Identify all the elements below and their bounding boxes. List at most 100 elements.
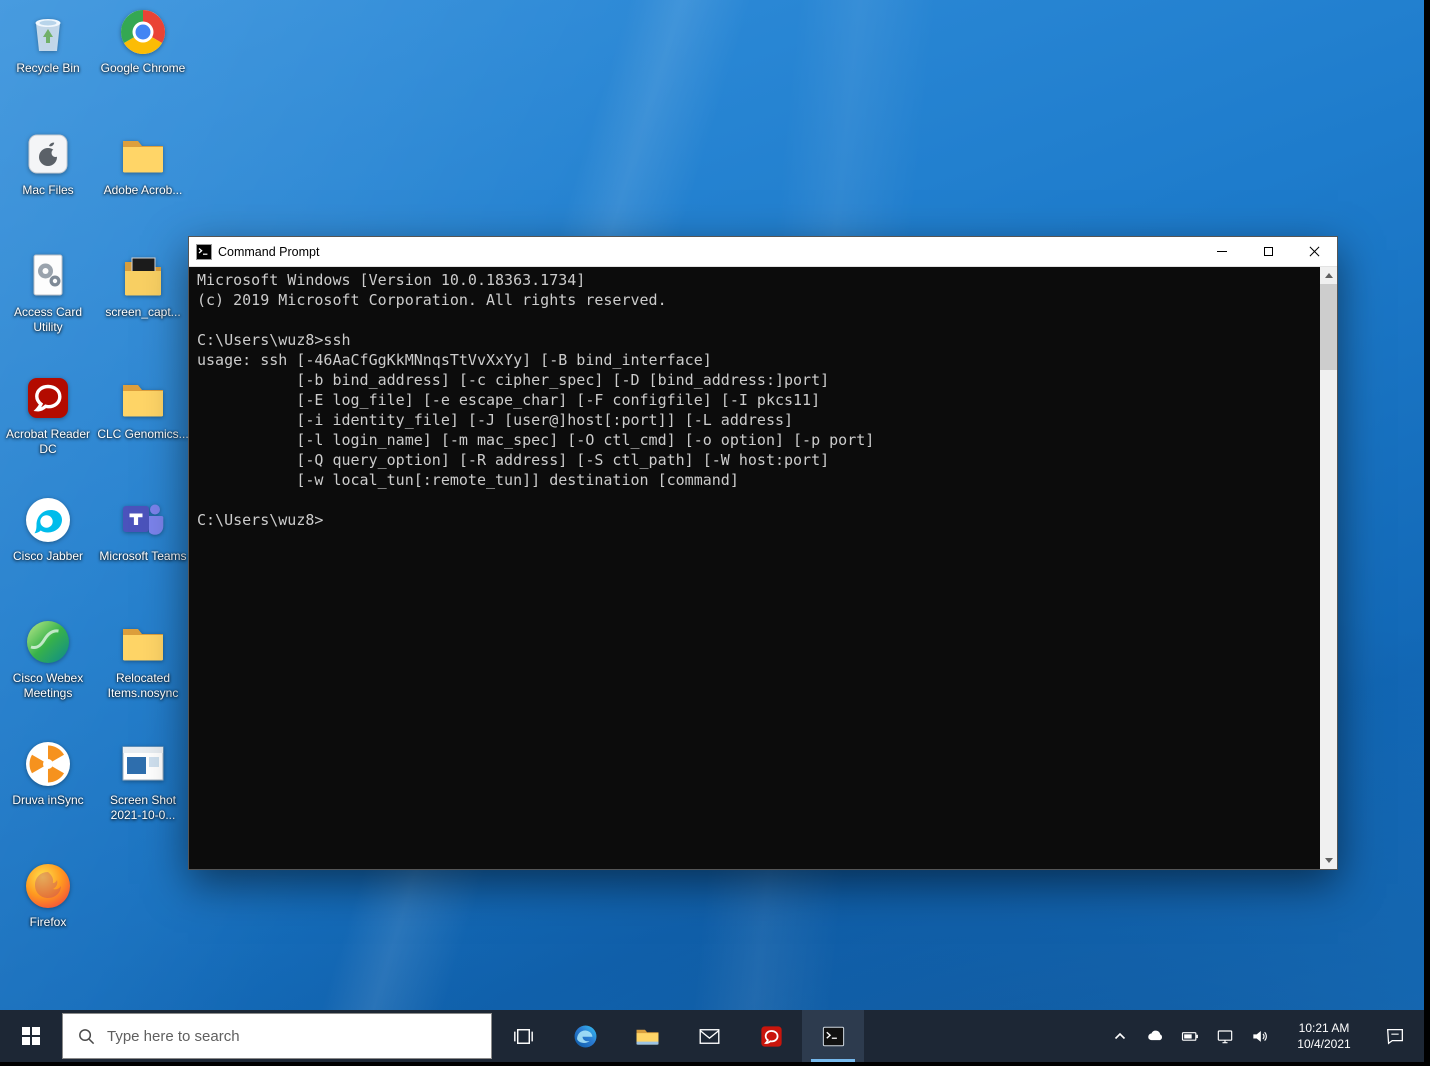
desktop-icon-adobe-folder[interactable]: Adobe Acrob... [97,128,189,198]
maximize-icon [1264,247,1273,256]
chrome-icon [117,6,169,58]
search-icon [77,1027,96,1046]
close-icon [1309,246,1320,257]
firefox-icon [22,860,74,912]
desktop-icon-relocated-items[interactable]: Relocated Items.nosync [97,616,189,701]
scroll-down-button[interactable] [1320,852,1337,869]
battery-icon [1180,1026,1200,1046]
desktop-icon-access-card-utility[interactable]: Access Card Utility [2,250,94,335]
titlebar[interactable]: Command Prompt [189,237,1337,267]
onedrive-tray-button[interactable] [1141,1016,1169,1056]
desktop-icon-label: CLC Genomics... [97,427,189,442]
adobe-acrobat-icon [758,1023,785,1050]
desktop: Recycle Bin Google Chrome Mac Files Adob… [0,0,1424,1062]
desktop-icon-label: Access Card Utility [2,305,94,335]
minimize-icon [1217,251,1227,252]
maximize-button[interactable] [1245,237,1291,266]
chevron-up-icon [1110,1026,1130,1046]
volume-icon [1250,1026,1270,1046]
windows-logo-icon [22,1027,40,1045]
desktop-icon-label: Microsoft Teams [97,549,189,564]
adobe-acrobat-button[interactable] [740,1010,802,1062]
system-tray: 10:21 AM 10/4/2021 [1106,1010,1424,1062]
desktop-icon-label: Cisco Jabber [2,549,94,564]
desktop-icon-label: screen_capt... [97,305,189,320]
desktop-icon-screen-capt[interactable]: screen_capt... [97,250,189,320]
edge-button[interactable] [554,1010,616,1062]
desktop-icon-label: Recycle Bin [2,61,94,76]
show-hidden-icons-button[interactable] [1106,1016,1134,1056]
command-prompt-window: Command Prompt Microsoft Windows [Versio… [188,236,1338,870]
file-explorer-button[interactable] [616,1010,678,1062]
cisco-jabber-icon [22,494,74,546]
desktop-icon-webex-meetings[interactable]: Cisco Webex Meetings [2,616,94,701]
console-area[interactable]: Microsoft Windows [Version 10.0.18363.17… [189,267,1337,869]
action-center-icon [1384,1025,1406,1047]
desktop-icon-mac-files[interactable]: Mac Files [2,128,94,198]
screen-right-edge [1424,0,1430,1066]
desktop-icon-microsoft-teams[interactable]: Microsoft Teams [97,494,189,564]
recycle-bin-icon [22,6,74,58]
desktop-icon-label: Google Chrome [97,61,189,76]
desktop-icon-label: Adobe Acrob... [97,183,189,198]
command-prompt-taskbar-icon [820,1023,847,1050]
network-icon [1215,1026,1235,1046]
battery-tray-button[interactable] [1176,1016,1204,1056]
folder-icon [117,372,169,424]
desktop-icon-label: Cisco Webex Meetings [2,671,94,701]
clock-time: 10:21 AM [1281,1020,1367,1036]
screenshot-file-icon [117,738,169,790]
desktop-icon-druva-insync[interactable]: Druva inSync [2,738,94,808]
desktop-icon-label: Acrobat Reader DC [2,427,94,457]
access-card-utility-icon [22,250,74,302]
console-scrollbar[interactable] [1320,267,1337,869]
desktop-icon-cisco-jabber[interactable]: Cisco Jabber [2,494,94,564]
mail-button[interactable] [678,1010,740,1062]
mac-files-icon [22,128,74,180]
network-tray-button[interactable] [1211,1016,1239,1056]
window-controls [1199,237,1337,266]
desktop-icon-google-chrome[interactable]: Google Chrome [97,6,189,76]
desktop-icon-recycle-bin[interactable]: Recycle Bin [2,6,94,76]
action-center-button[interactable] [1374,1016,1416,1056]
desktop-icon-label: Screen Shot 2021-10-0... [97,793,189,823]
edge-icon [572,1023,599,1050]
volume-tray-button[interactable] [1246,1016,1274,1056]
taskbar-clock[interactable]: 10:21 AM 10/4/2021 [1281,1020,1367,1052]
minimize-button[interactable] [1199,237,1245,266]
mail-icon [696,1023,723,1050]
desktop-icon-label: Druva inSync [2,793,94,808]
folder-icon [117,616,169,668]
screen-bottom-edge [0,1062,1430,1066]
scrollbar-thumb[interactable] [1320,284,1337,370]
desktop-icon-screen-shot-file[interactable]: Screen Shot 2021-10-0... [97,738,189,823]
command-prompt-button[interactable] [802,1010,864,1062]
desktop-icon-clc-genomics[interactable]: CLC Genomics... [97,372,189,442]
desktop-icon-firefox[interactable]: Firefox [2,860,94,930]
taskbar: 10:21 AM 10/4/2021 [0,1010,1424,1062]
webex-meetings-icon [22,616,74,668]
start-button[interactable] [0,1010,62,1062]
desktop-icon-label: Firefox [2,915,94,930]
desktop-icon-label: Mac Files [2,183,94,198]
window-title: Command Prompt [218,245,1199,259]
scroll-down-icon [1325,858,1333,863]
close-button[interactable] [1291,237,1337,266]
taskbar-search[interactable] [62,1013,492,1059]
search-input[interactable] [63,1014,491,1058]
acrobat-reader-icon [22,372,74,424]
task-view-button[interactable] [492,1010,554,1062]
console-text: Microsoft Windows [Version 10.0.18363.17… [189,267,1320,869]
clock-date: 10/4/2021 [1281,1036,1367,1052]
folder-icon [117,128,169,180]
file-explorer-icon [634,1023,661,1050]
desktop-icon-label: Relocated Items.nosync [97,671,189,701]
onedrive-cloud-icon [1145,1026,1165,1046]
screen: Recycle Bin Google Chrome Mac Files Adob… [0,0,1430,1066]
desktop-icon-acrobat-reader[interactable]: Acrobat Reader DC [2,372,94,457]
scroll-up-icon [1325,273,1333,278]
microsoft-teams-icon [117,494,169,546]
scroll-up-button[interactable] [1320,267,1337,284]
folder-screenshot-icon [117,250,169,302]
task-view-icon [510,1023,537,1050]
